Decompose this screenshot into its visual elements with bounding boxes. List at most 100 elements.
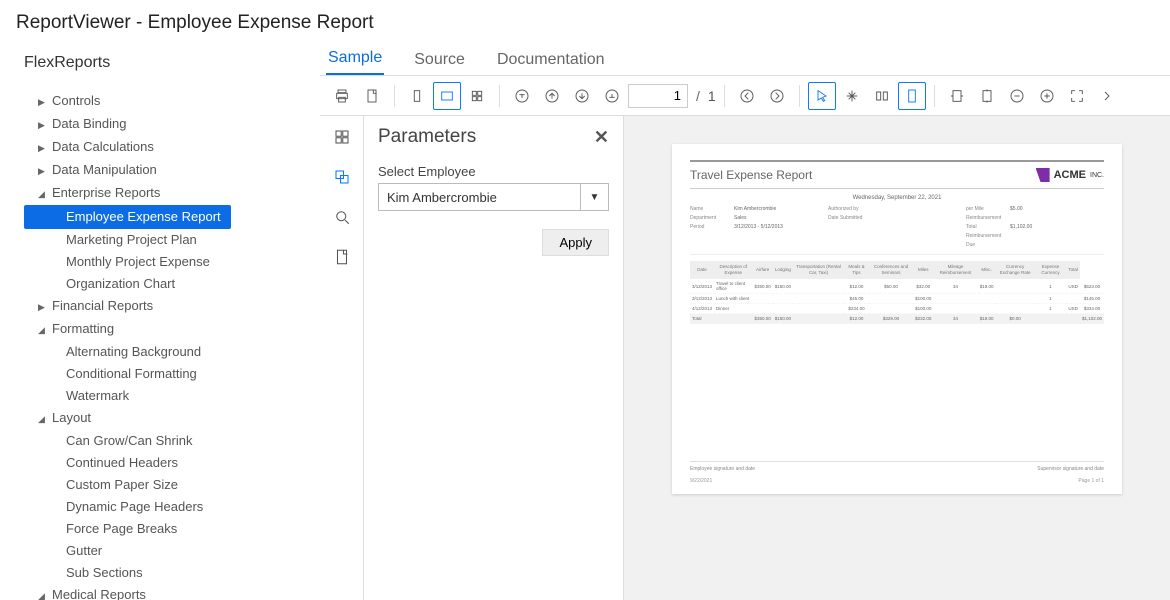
pointer-tool-icon[interactable] — [808, 82, 836, 110]
parameter-label: Select Employee — [378, 164, 609, 179]
more-icon[interactable] — [1093, 82, 1121, 110]
tree-leaf[interactable]: Can Grow/Can Shrink — [24, 430, 320, 452]
tab-source[interactable]: Source — [412, 45, 467, 75]
zoom-out-icon[interactable] — [1003, 82, 1031, 110]
fit-width-icon[interactable] — [943, 82, 971, 110]
parameters-title: Parameters — [378, 126, 476, 148]
tree-label: Medical Reports — [52, 587, 146, 600]
chevron-down-icon[interactable]: ▼ — [580, 184, 608, 210]
tree-leaf[interactable]: Continued Headers — [24, 452, 320, 474]
report-footer-date: 9/22/2021 — [690, 478, 712, 484]
next-page-icon[interactable] — [568, 82, 596, 110]
outline-icon[interactable] — [331, 246, 353, 268]
logo-mark-icon — [1036, 168, 1050, 182]
tree-leaf[interactable]: Employee Expense Report — [24, 205, 231, 229]
tree-node[interactable]: ▶Controls — [24, 90, 320, 113]
single-page-icon[interactable] — [403, 82, 431, 110]
print-icon[interactable] — [328, 82, 356, 110]
tree-label: Gutter — [66, 543, 102, 558]
caret-right-icon[interactable]: ▶ — [38, 160, 52, 182]
tree-node[interactable]: ◢Layout — [24, 407, 320, 430]
tree-leaf[interactable]: Custom Paper Size — [24, 474, 320, 496]
expense-table: DateDescription of ExpenseAirfareLodging… — [690, 261, 1104, 324]
prev-page-icon[interactable] — [538, 82, 566, 110]
page-number-input[interactable] — [628, 84, 688, 108]
table-row: 4/12/2013Dinner$234.00$100.001USD$334.00 — [690, 304, 1104, 314]
panel-iconbar — [320, 116, 364, 600]
tree-label: Force Page Breaks — [66, 521, 177, 536]
tree-leaf[interactable]: Marketing Project Plan — [24, 229, 320, 251]
search-icon[interactable] — [331, 206, 353, 228]
report-footer-page: Page 1 of 1 — [1078, 478, 1104, 484]
tree-leaf[interactable]: Organization Chart — [24, 273, 320, 295]
tree-label: Organization Chart — [66, 276, 175, 291]
first-page-icon[interactable] — [508, 82, 536, 110]
table-total-row: Total$350.00$150.00$12.00$329.00$232.003… — [690, 314, 1104, 324]
tree-leaf[interactable]: Monthly Project Expense — [24, 251, 320, 273]
tree-label: Monthly Project Expense — [66, 254, 210, 269]
tree-label: Data Manipulation — [52, 162, 157, 177]
tree-node[interactable]: ▶Data Calculations — [24, 136, 320, 159]
tree-node[interactable]: ▶Data Manipulation — [24, 159, 320, 182]
sidebar: FlexReports ▶Controls▶Data Binding▶Data … — [0, 42, 320, 600]
export-icon[interactable] — [358, 82, 386, 110]
tree-label: Conditional Formatting — [66, 366, 197, 381]
tree-node[interactable]: ◢Medical Reports — [24, 584, 320, 600]
zoom-in-icon[interactable] — [1033, 82, 1061, 110]
nav-tree: ▶Controls▶Data Binding▶Data Calculations… — [24, 90, 320, 600]
brand-title: FlexReports — [24, 54, 320, 72]
tree-label: Watermark — [66, 388, 129, 403]
employee-select[interactable]: Kim Ambercrombie ▼ — [378, 183, 609, 211]
page-title: ReportViewer - Employee Expense Report — [0, 0, 1170, 42]
tree-node[interactable]: ▶Financial Reports — [24, 295, 320, 318]
tree-label: Enterprise Reports — [52, 185, 160, 200]
page-total: 1 — [708, 88, 716, 104]
thumbnails-icon[interactable] — [331, 126, 353, 148]
pan-tool-icon[interactable] — [838, 82, 866, 110]
caret-down-icon[interactable]: ◢ — [38, 319, 52, 341]
caret-right-icon[interactable]: ▶ — [38, 137, 52, 159]
tree-leaf[interactable]: Dynamic Page Headers — [24, 496, 320, 518]
tree-leaf[interactable]: Force Page Breaks — [24, 518, 320, 540]
tree-leaf[interactable]: Alternating Background — [24, 341, 320, 363]
parameters-panel: Parameters ✕ Select Employee Kim Ambercr… — [364, 116, 624, 600]
text-select-icon[interactable] — [868, 82, 896, 110]
tree-leaf[interactable]: Gutter — [24, 540, 320, 562]
last-page-icon[interactable] — [598, 82, 626, 110]
continuous-page-icon[interactable] — [433, 82, 461, 110]
viewer-toolbar: / 1 — [320, 76, 1170, 116]
fullscreen-icon[interactable] — [1063, 82, 1091, 110]
multi-page-icon[interactable] — [463, 82, 491, 110]
tree-node[interactable]: ◢Enterprise Reports — [24, 182, 320, 205]
caret-down-icon[interactable]: ◢ — [38, 585, 52, 600]
nav-forward-icon[interactable] — [763, 82, 791, 110]
caret-right-icon[interactable]: ▶ — [38, 91, 52, 113]
logo-suffix: INC. — [1090, 172, 1104, 179]
caret-down-icon[interactable]: ◢ — [38, 408, 52, 430]
tree-leaf[interactable]: Conditional Formatting — [24, 363, 320, 385]
tab-documentation[interactable]: Documentation — [495, 45, 607, 75]
tree-label: Continued Headers — [66, 455, 178, 470]
caret-down-icon[interactable]: ◢ — [38, 183, 52, 205]
tree-leaf[interactable]: Watermark — [24, 385, 320, 407]
tree-label: Can Grow/Can Shrink — [66, 433, 192, 448]
tab-sample[interactable]: Sample — [326, 43, 384, 75]
fit-page-icon[interactable] — [973, 82, 1001, 110]
table-row: 3/12/2013Lunch with client$45.00$100.001… — [690, 294, 1104, 304]
logo-text: ACME — [1054, 169, 1086, 181]
apply-button[interactable]: Apply — [542, 229, 609, 256]
tree-label: Marketing Project Plan — [66, 232, 197, 247]
caret-right-icon[interactable]: ▶ — [38, 296, 52, 318]
report-preview-area[interactable]: Travel Expense Report ACME INC. Wednesda… — [624, 116, 1170, 600]
highlight-icon[interactable] — [898, 82, 926, 110]
report-page: Travel Expense Report ACME INC. Wednesda… — [672, 144, 1122, 494]
tree-node[interactable]: ▶Data Binding — [24, 113, 320, 136]
tree-node[interactable]: ◢Formatting — [24, 318, 320, 341]
nav-back-icon[interactable] — [733, 82, 761, 110]
tree-leaf[interactable]: Sub Sections — [24, 562, 320, 584]
tree-label: Controls — [52, 93, 100, 108]
close-icon[interactable]: ✕ — [594, 127, 609, 148]
tree-label: Layout — [52, 410, 91, 425]
parameters-icon[interactable] — [331, 166, 353, 188]
caret-right-icon[interactable]: ▶ — [38, 114, 52, 136]
